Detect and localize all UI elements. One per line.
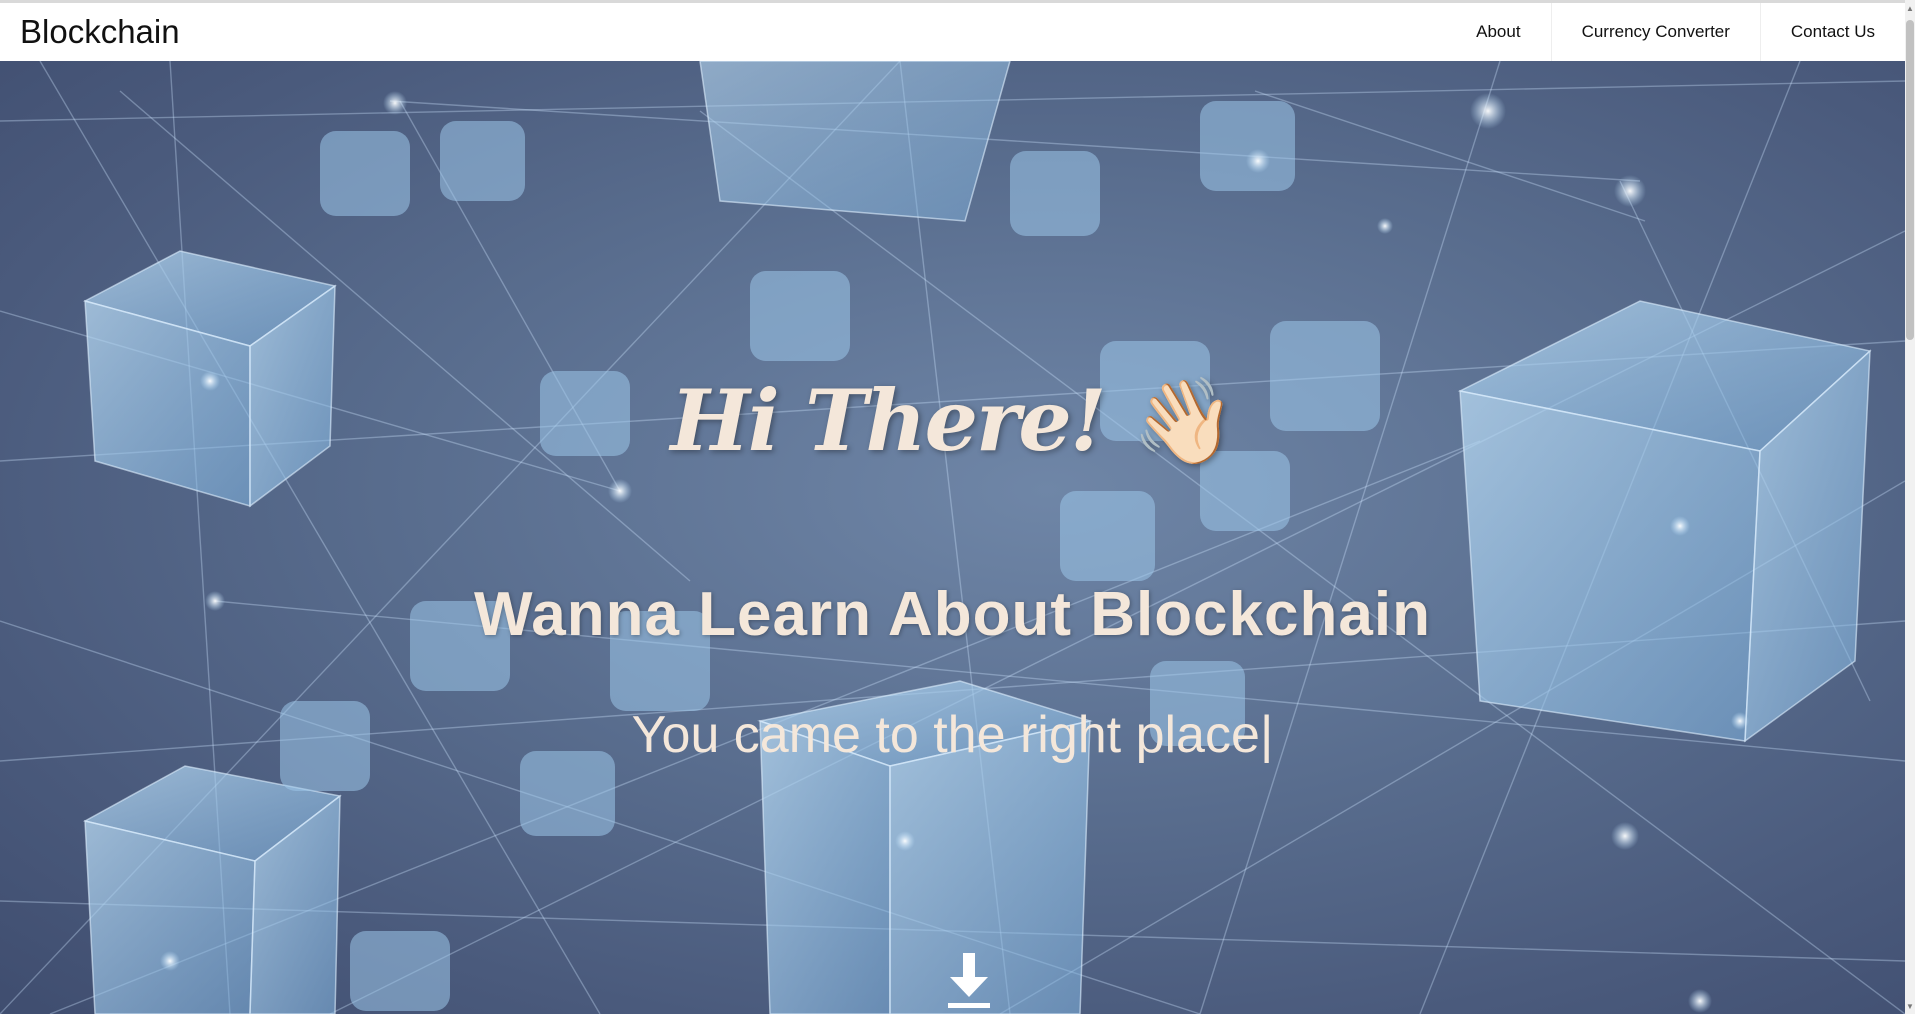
nav-links: About Currency Converter Contact Us: [1446, 3, 1905, 61]
waving-hand-icon: 👋🏻: [1131, 371, 1237, 470]
navbar: Blockchain About Currency Converter Cont…: [0, 3, 1905, 61]
typed-text: You came to the right place: [631, 706, 1260, 764]
scroll-down-icon[interactable]: ▼: [1906, 1002, 1914, 1012]
nav-link-about[interactable]: About: [1446, 3, 1550, 61]
arrow-down-icon[interactable]: [946, 951, 992, 1011]
greeting-text: Hi There!: [670, 371, 1107, 470]
hero-headline: Wanna Learn About Blockchain: [474, 580, 1431, 649]
nav-link-currency-converter[interactable]: Currency Converter: [1550, 3, 1760, 61]
brand-logo[interactable]: Blockchain: [20, 13, 180, 51]
hero-greeting: Hi There! 👋🏻: [0, 371, 1905, 471]
hero-section: Hi There! 👋🏻 Wanna Learn About Blockchai…: [0, 61, 1905, 1014]
nav-link-contact-us[interactable]: Contact Us: [1759, 3, 1905, 61]
hero-typed-subtitle: You came to the right place|: [0, 705, 1905, 765]
page-scrollbar[interactable]: ▲ ▼: [1905, 0, 1915, 1014]
typing-cursor: |: [1259, 706, 1274, 764]
scroll-up-icon[interactable]: ▲: [1906, 4, 1914, 14]
scrollbar-thumb[interactable]: [1906, 20, 1914, 340]
blockchain-network-background: [0, 61, 1905, 1014]
